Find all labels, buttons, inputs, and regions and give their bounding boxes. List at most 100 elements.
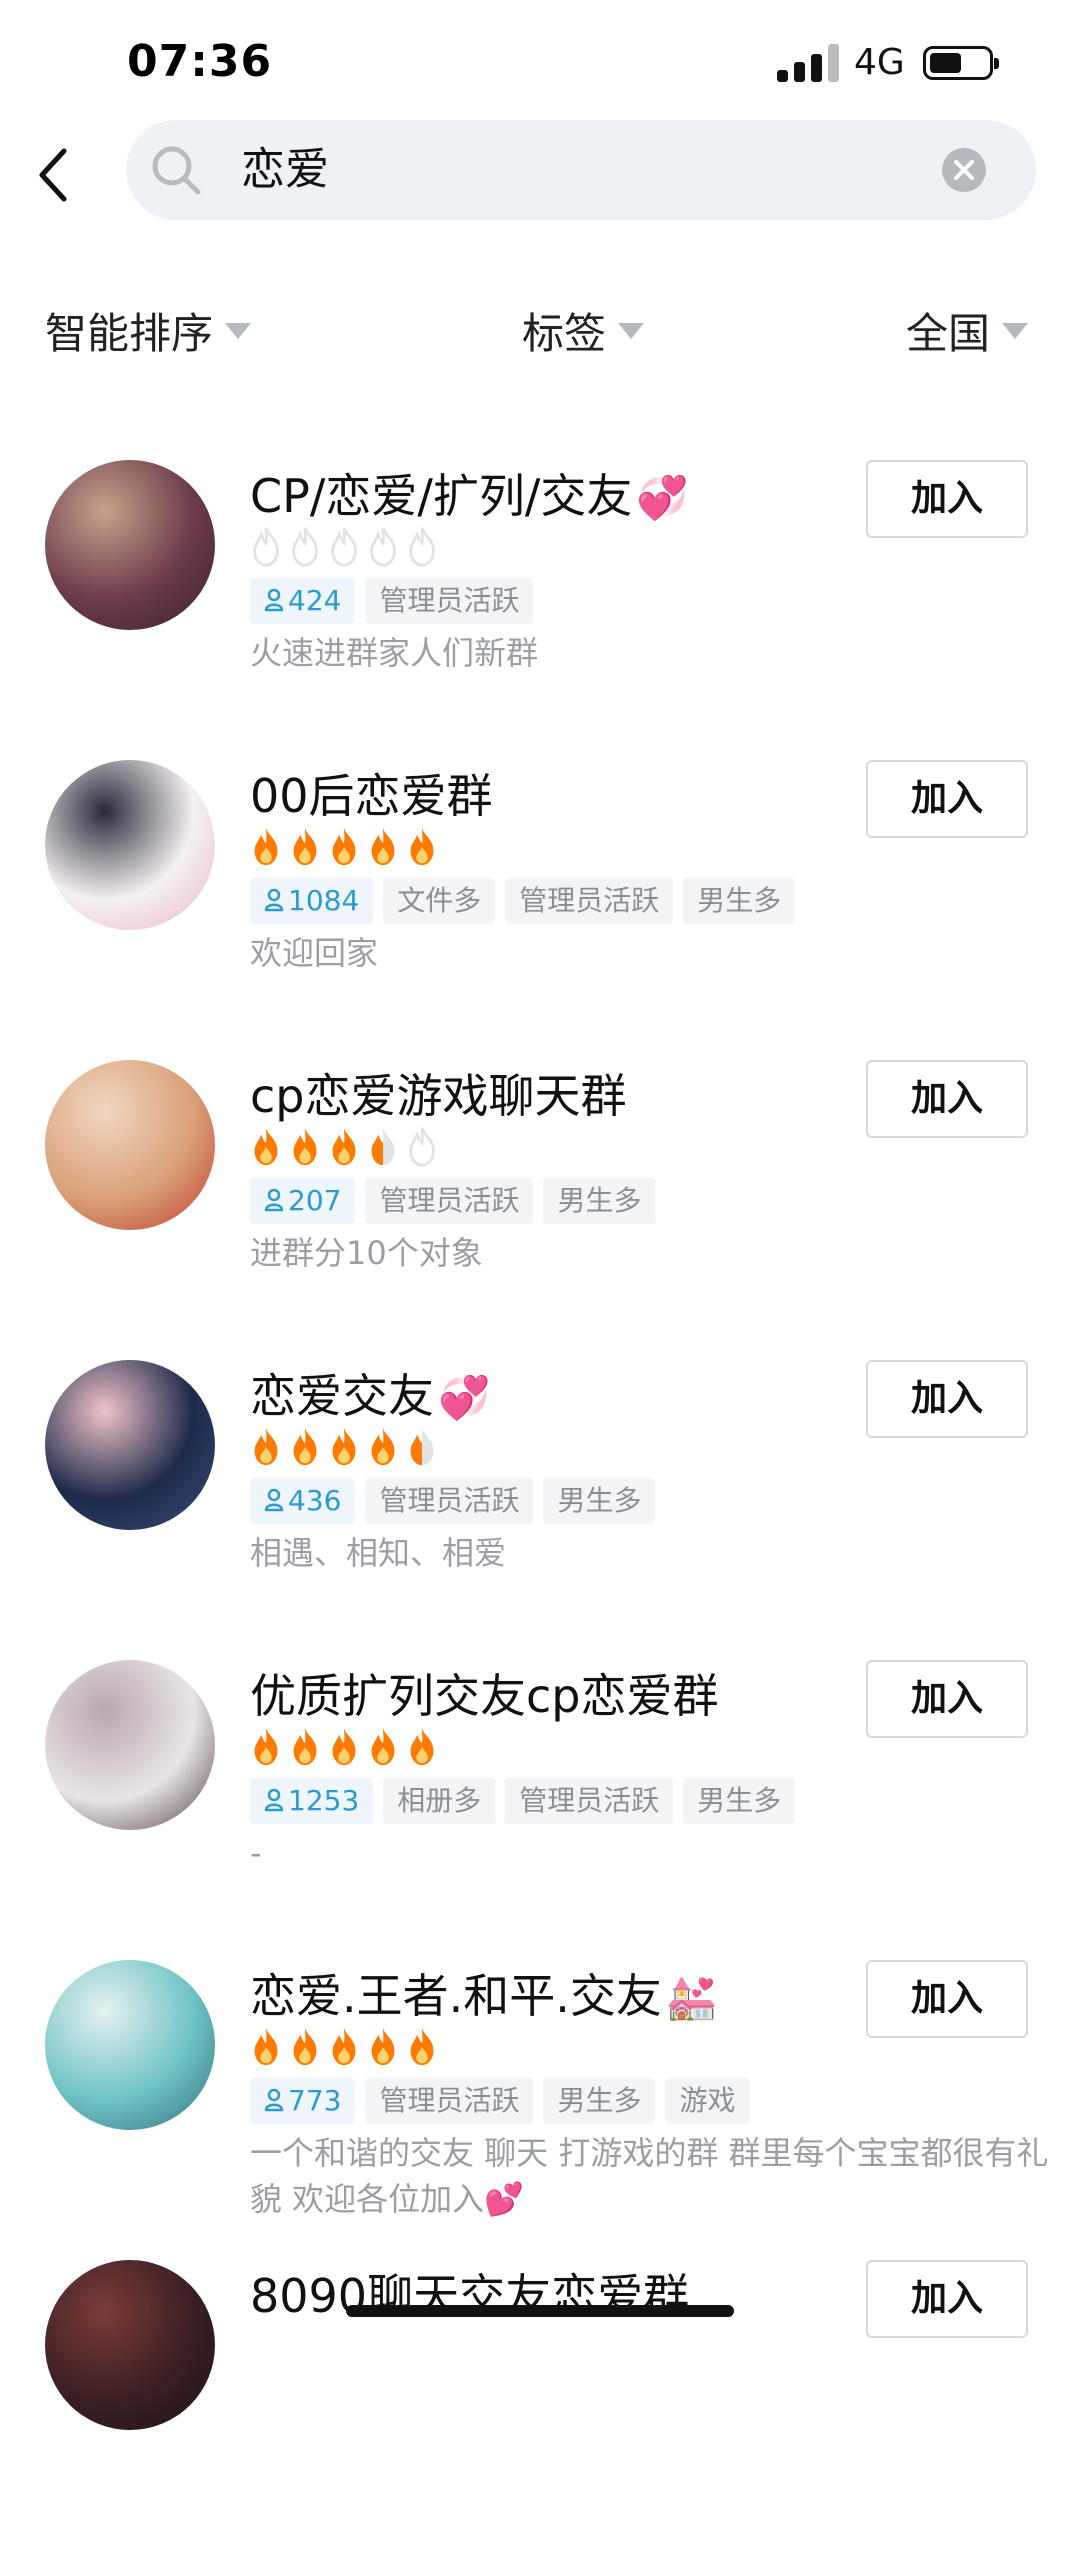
search-icon: [152, 146, 201, 195]
group-name[interactable]: cp恋爱游戏聊天群: [250, 1060, 627, 1126]
flame-icon: [371, 827, 395, 866]
join-button[interactable]: 加入: [866, 2260, 1028, 2338]
join-button[interactable]: 加入: [866, 760, 1028, 838]
member-count: 773: [288, 2084, 342, 2117]
member-count-badge: 1084: [250, 878, 374, 924]
group-avatar[interactable]: [45, 1060, 215, 1230]
member-count: 424: [288, 584, 342, 617]
heat-rating: [250, 826, 445, 870]
person-icon: [264, 888, 284, 912]
group-row[interactable]: 8090聊天交友恋爱群 加入: [0, 2250, 1080, 2550]
group-tags: 1253 相册多 管理员活跃 男生多: [250, 1778, 805, 1824]
filter-sort-label: 智能排序: [45, 309, 214, 358]
flame-icon: [293, 827, 317, 866]
group-avatar[interactable]: [45, 1960, 215, 2130]
flame-icon: [293, 1727, 317, 1766]
group-name-text: cp恋爱游戏聊天群: [250, 1069, 627, 1123]
group-row[interactable]: 00后恋爱群 1084 文件多 管理员活跃 男生多 欢迎回家 加入: [0, 750, 1080, 1050]
flame-icon: [409, 1127, 435, 1167]
flame-icon: [254, 1727, 278, 1766]
group-avatar[interactable]: [45, 760, 215, 930]
group-name-text: 恋爱交友: [250, 1369, 434, 1423]
filter-tags[interactable]: 标签: [522, 300, 645, 361]
group-tags: 436 管理员活跃 男生多: [250, 1478, 665, 1524]
group-description: 一个和谐的交友 聊天 打游戏的群 群里每个宝宝都很有礼貌 欢迎各位加入💕: [250, 2134, 1049, 2218]
flame-icon: [410, 827, 434, 866]
group-tag: 游戏: [665, 2078, 750, 2124]
member-count: 436: [288, 1484, 342, 1517]
flame-icon: [332, 1727, 356, 1766]
group-tag: 相册多: [383, 1778, 496, 1824]
flame-icon: [332, 1427, 356, 1466]
person-icon: [264, 1188, 284, 1212]
group-name-text: 优质扩列交友cp恋爱群: [250, 1669, 719, 1723]
join-button[interactable]: 加入: [866, 1360, 1028, 1438]
join-button[interactable]: 加入: [866, 460, 1028, 538]
flame-icon: [332, 1127, 356, 1166]
group-row[interactable]: 恋爱.王者.和平.交友💒 773 管理员活跃 男生多 游戏 一个和谐的交友 聊天 打游戏的…: [0, 1950, 1080, 2250]
group-emoji: 💒: [665, 1973, 719, 2022]
search-bar[interactable]: 恋爱: [126, 120, 1036, 220]
heat-rating: [250, 2026, 445, 2070]
group-name-text: 恋爱.王者.和平.交友: [250, 1969, 662, 2023]
chevron-left-icon: [39, 148, 67, 202]
group-row[interactable]: CP/恋爱/扩列/交友💞 424 管理员活跃火速进群家人们新群 加入: [0, 450, 1080, 750]
group-description: 欢迎回家: [250, 934, 379, 972]
group-tag: 男生多: [543, 1178, 656, 1224]
group-name-text: 00后恋爱群: [250, 769, 493, 823]
flame-icon: [332, 827, 356, 866]
group-name[interactable]: 优质扩列交友cp恋爱群: [250, 1660, 719, 1726]
status-bar: 07:36 4G: [0, 0, 1080, 120]
filter-region-label: 全国: [906, 309, 991, 358]
filter-sort[interactable]: 智能排序: [45, 300, 252, 361]
group-avatar[interactable]: [45, 2260, 215, 2430]
filter-region[interactable]: 全国: [906, 300, 1029, 361]
flame-icon: [371, 1127, 395, 1166]
group-row[interactable]: 恋爱交友💞 436 管理员活跃 男生多 相遇、相知、相爱 加入: [0, 1350, 1080, 1650]
status-time: 07:36: [127, 36, 273, 87]
member-count: 207: [288, 1184, 342, 1217]
group-name[interactable]: 恋爱交友💞: [250, 1360, 490, 1426]
flame-icon: [332, 2027, 356, 2066]
member-count-badge: 1253: [250, 1778, 374, 1824]
group-name[interactable]: 00后恋爱群: [250, 760, 493, 826]
join-button[interactable]: 加入: [866, 1060, 1028, 1138]
group-name[interactable]: 恋爱.王者.和平.交友💒: [250, 1960, 718, 2026]
flame-icon: [293, 2027, 317, 2066]
group-description: 火速进群家人们新群: [250, 634, 539, 672]
member-count: 1253: [288, 1784, 360, 1817]
group-tags: 424 管理员活跃: [250, 578, 543, 624]
group-tag: 管理员活跃: [365, 1478, 534, 1524]
group-tags: 207 管理员活跃 男生多: [250, 1178, 665, 1224]
heat-rating: [250, 1126, 445, 1170]
join-button[interactable]: 加入: [866, 1660, 1028, 1738]
group-avatar[interactable]: [45, 1660, 215, 1830]
person-icon: [264, 588, 284, 612]
join-button[interactable]: 加入: [866, 1960, 1028, 2038]
group-row[interactable]: 优质扩列交友cp恋爱群 1253 相册多 管理员活跃 男生多 - 加入: [0, 1650, 1080, 1950]
heat-rating: [250, 526, 445, 570]
group-tag: 男生多: [683, 1778, 796, 1824]
group-tag: 管理员活跃: [365, 578, 534, 624]
group-row[interactable]: cp恋爱游戏聊天群 207 管理员活跃 男生多 进群分10个对象 加入: [0, 1050, 1080, 1350]
group-avatar[interactable]: [45, 1360, 215, 1530]
member-count: 1084: [288, 884, 360, 917]
group-name-text: CP/恋爱/扩列/交友: [250, 469, 633, 523]
flame-icon: [371, 1427, 395, 1466]
signal-icon: [777, 44, 839, 82]
flame-icon: [409, 527, 435, 567]
group-tag: 男生多: [683, 878, 796, 924]
flame-icon: [293, 1427, 317, 1466]
group-tag: 管理员活跃: [505, 878, 674, 924]
search-input[interactable]: 恋爱: [241, 140, 329, 200]
group-tag: 管理员活跃: [365, 1178, 534, 1224]
clear-icon[interactable]: [940, 146, 988, 194]
back-button[interactable]: [30, 145, 80, 205]
group-name[interactable]: CP/恋爱/扩列/交友💞: [250, 460, 689, 526]
group-list: CP/恋爱/扩列/交友💞 424 管理员活跃 火速进群家人们新群 加入 00后恋爱群 108…: [0, 450, 1080, 2550]
flame-icon: [331, 527, 357, 567]
flame-icon: [254, 1427, 278, 1466]
flame-icon: [254, 2027, 278, 2066]
flame-icon: [371, 2027, 395, 2066]
group-avatar[interactable]: [45, 460, 215, 630]
